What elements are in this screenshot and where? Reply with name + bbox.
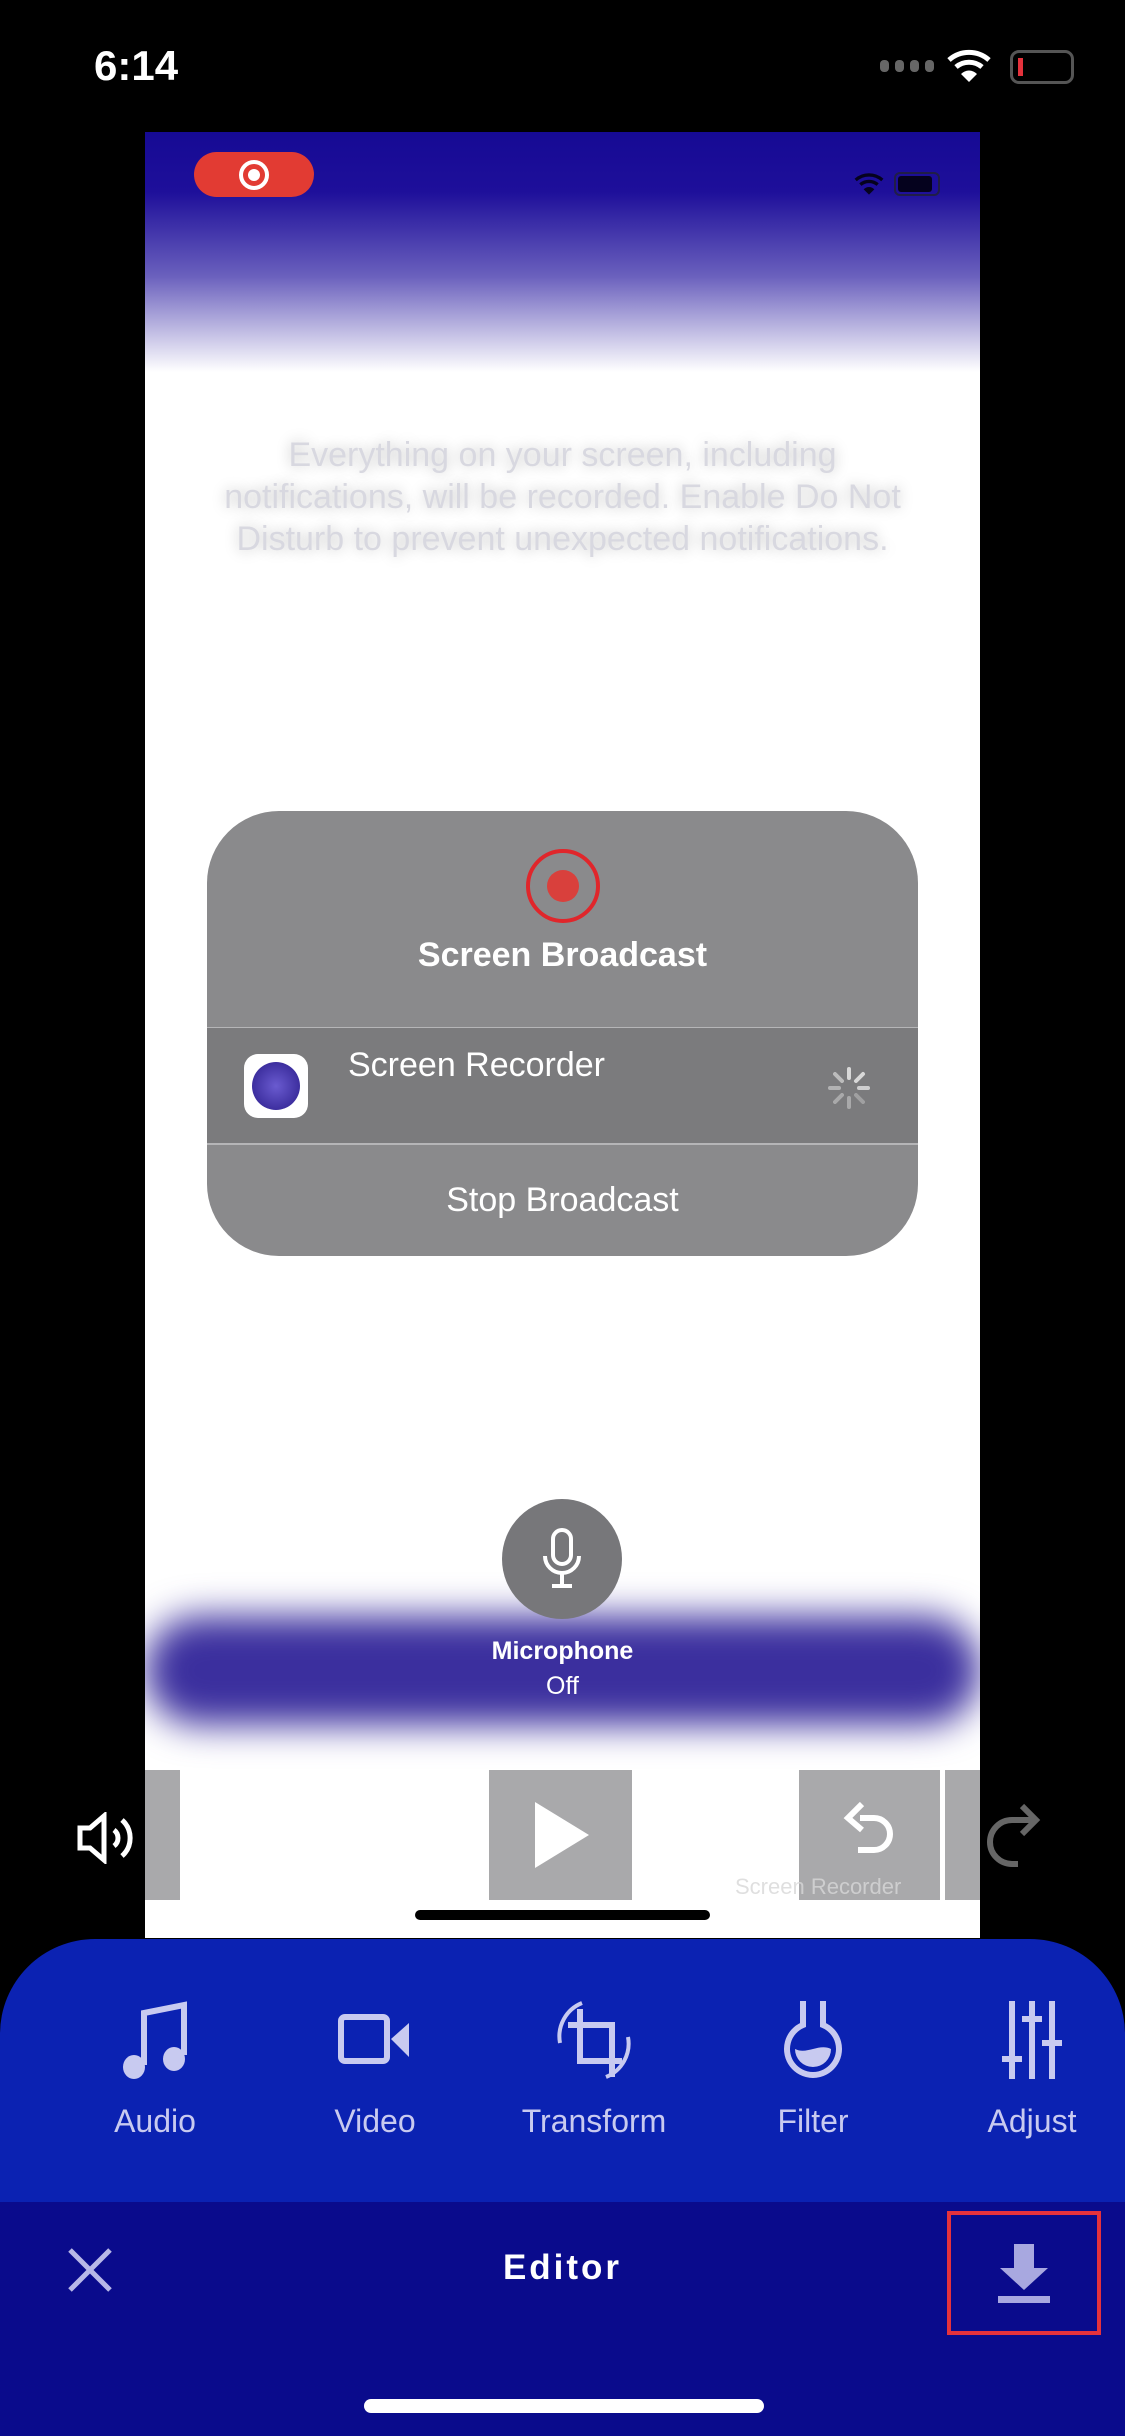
play-button[interactable]: [489, 1770, 632, 1900]
app-label: Screen Recorder: [348, 1046, 606, 1084]
frame-thumbnail: [945, 1770, 980, 1900]
tool-label: Video: [334, 2103, 416, 2139]
tool-filter[interactable]: Filter: [713, 1999, 913, 2140]
crop-rotate-icon: [557, 2001, 631, 2079]
sliders-icon: [1002, 2001, 1062, 2079]
tool-label: Filter: [777, 2103, 849, 2139]
stop-broadcast-button[interactable]: Stop Broadcast: [207, 1144, 918, 1256]
music-note-icon: [123, 2001, 187, 2079]
flask-icon: [784, 2001, 842, 2078]
video-camera-icon: [338, 2014, 409, 2064]
play-icon: [534, 1802, 589, 1868]
microphone-icon: [543, 1528, 581, 1588]
app-row-screen-recorder[interactable]: Screen Recorder: [207, 1028, 918, 1144]
home-indicator: [364, 2399, 764, 2413]
status-time: 6:14: [94, 42, 179, 89]
volume-icon[interactable]: [76, 1812, 140, 1864]
spinner-icon: [828, 1067, 870, 1109]
dialog-title: Screen Broadcast: [417, 936, 708, 974]
recording-indicator: [194, 152, 314, 197]
video-home-indicator: [415, 1910, 710, 1920]
blurred-band: [145, 1616, 980, 1725]
tool-adjust[interactable]: Adjust: [932, 1999, 1125, 2140]
broadcast-dialog: Screen Broadcast Screen Recorder Stop Br…: [207, 811, 918, 1256]
frame-thumbnail: [145, 1770, 180, 1900]
inner-status-icons: [854, 172, 940, 196]
download-icon: [998, 2244, 1050, 2303]
tool-label: Transform: [521, 2103, 667, 2139]
battery-icon: [1010, 50, 1074, 84]
tool-label: Audio: [114, 2103, 196, 2139]
microphone-button[interactable]: [502, 1499, 622, 1619]
record-icon: [526, 849, 600, 923]
tool-video[interactable]: Video: [275, 1999, 475, 2140]
microphone-state: Off: [546, 1672, 579, 1700]
microphone-label: Microphone: [491, 1637, 634, 1665]
undo-icon: [843, 1801, 893, 1853]
wifi-icon: [947, 49, 991, 82]
tool-audio[interactable]: Audio: [55, 1999, 255, 2140]
tool-transform[interactable]: Transform: [494, 1999, 694, 2140]
watermark: Screen Recorder: [735, 1874, 902, 1899]
redo-icon[interactable]: [980, 1800, 1046, 1872]
download-button[interactable]: [947, 2211, 1101, 2335]
recording-notice: Everything on your screen, including not…: [224, 436, 901, 558]
signal-icon: [880, 60, 934, 72]
tool-label: Adjust: [987, 2103, 1077, 2139]
app-icon: [244, 1054, 308, 1118]
video-preview[interactable]: Everything on your screen, including not…: [145, 132, 980, 1938]
